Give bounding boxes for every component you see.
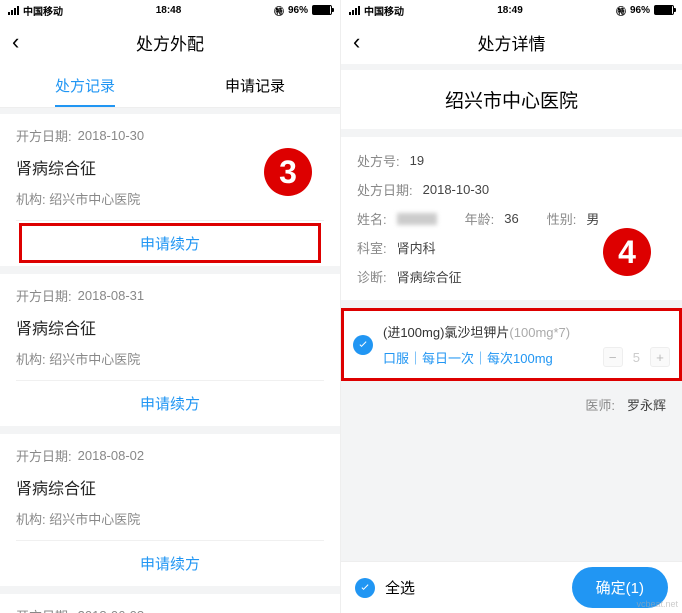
phone-left: 中国移动 18:48 ㊕96% ‹ 处方外配 处方记录 申请记录 开方日期:20… xyxy=(0,0,341,613)
apply-renewal-button[interactable]: 申请续方 xyxy=(16,540,324,586)
battery-icon xyxy=(654,5,674,15)
record-org: 机构: 绍兴市中心医院 xyxy=(16,349,324,368)
patient-age: 36 xyxy=(504,211,518,226)
step-badge-3: 3 xyxy=(264,148,312,196)
qty-value: 5 xyxy=(633,350,640,365)
hospital-name: 绍兴市中心医院 xyxy=(341,70,682,129)
record-date: 开方日期:2018-08-02 xyxy=(16,446,324,465)
record-diagnosis: 肾病综合征 xyxy=(16,475,324,499)
doctor-name: 罗永辉 xyxy=(627,398,666,413)
tab-records[interactable]: 处方记录 xyxy=(0,64,170,107)
step-badge-4: 4 xyxy=(603,228,651,276)
signal-icon xyxy=(8,6,19,15)
med-name: (进100mg)氯沙坦钾片(100mg*7) xyxy=(383,322,670,341)
battery-pct: 96% xyxy=(630,5,650,16)
med-dose: 口服｜每日一次｜每次100mg xyxy=(383,348,553,367)
tab-apply[interactable]: 申请记录 xyxy=(170,64,340,107)
medication-item: (进100mg)氯沙坦钾片(100mg*7) 口服｜每日一次｜每次100mg −… xyxy=(341,308,682,381)
back-icon[interactable]: ‹ xyxy=(12,29,19,55)
signal-icon xyxy=(349,6,360,15)
back-icon[interactable]: ‹ xyxy=(353,29,360,55)
page-title: 处方详情 xyxy=(341,30,682,55)
record-org: 机构: 绍兴市中心医院 xyxy=(16,509,324,528)
record-card: 开方日期:2018-08-31 肾病综合征机构: 绍兴市中心医院申请续方 xyxy=(0,274,340,426)
apply-renewal-button[interactable]: 申请续方 xyxy=(16,380,324,426)
department: 肾内科 xyxy=(397,238,436,257)
patient-sex: 男 xyxy=(586,209,599,228)
status-bar: 中国移动 18:49 ㊕96% xyxy=(341,0,682,20)
apply-renewal-button[interactable]: 申请续方 xyxy=(16,220,324,266)
med-checkbox[interactable] xyxy=(353,335,373,355)
select-all-checkbox[interactable] xyxy=(355,578,375,598)
doctor-row: 医师:罗永辉 xyxy=(341,381,682,428)
battery-icon xyxy=(312,5,332,15)
record-date: 开方日期:2018-06-08 xyxy=(16,606,324,613)
status-time: 18:49 xyxy=(497,5,523,16)
record-diagnosis: 肾病综合征 xyxy=(16,315,324,339)
page-title: 处方外配 xyxy=(0,30,340,55)
status-time: 18:48 xyxy=(156,5,182,16)
tabs: 处方记录 申请记录 xyxy=(0,64,340,108)
record-card: 开方日期:2018-08-02 肾病综合征机构: 绍兴市中心医院申请续方 xyxy=(0,434,340,586)
quantity-stepper: − 5 + xyxy=(603,347,670,367)
select-all[interactable]: 全选 xyxy=(355,577,415,598)
nav-bar: ‹ 处方详情 xyxy=(341,20,682,64)
carrier: 中国移动 xyxy=(364,3,404,18)
status-bar: 中国移动 18:48 ㊕96% xyxy=(0,0,340,20)
patient-name-redacted xyxy=(397,213,437,225)
battery-pct: 96% xyxy=(288,5,308,16)
nav-bar: ‹ 处方外配 xyxy=(0,20,340,64)
record-date: 开方日期:2018-10-30 xyxy=(16,126,324,145)
bottom-bar: 全选 确定(1) xyxy=(341,561,682,613)
rx-date: 2018-10-30 xyxy=(423,182,490,197)
phone-right: 中国移动 18:49 ㊕96% ‹ 处方详情 绍兴市中心医院 处方号:19 处方… xyxy=(341,0,682,613)
diagnosis: 肾病综合征 xyxy=(397,267,462,286)
qty-plus-button[interactable]: + xyxy=(650,347,670,367)
qty-minus-button[interactable]: − xyxy=(603,347,623,367)
rx-number: 19 xyxy=(410,153,424,168)
carrier: 中国移动 xyxy=(23,3,63,18)
record-card: 开方日期:2018-06-08肾病综合征机构: 绍兴市中心医院申请续方 xyxy=(0,594,340,613)
record-date: 开方日期:2018-08-31 xyxy=(16,286,324,305)
watermark: vcbeat.net xyxy=(636,599,678,609)
